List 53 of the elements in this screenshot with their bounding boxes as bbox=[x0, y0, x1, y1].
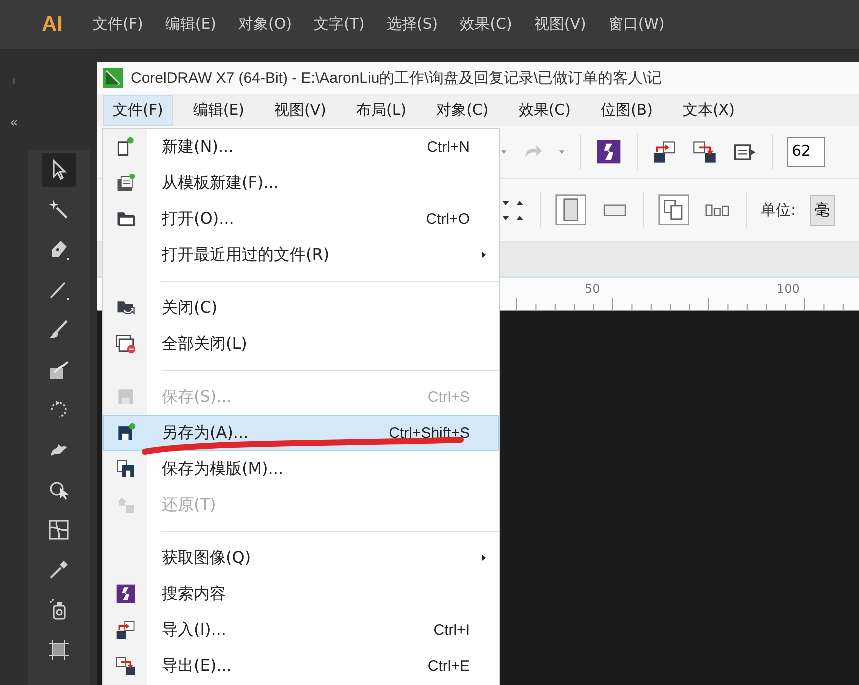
menu-item[interactable]: 视图(V) bbox=[264, 94, 336, 126]
menu-item[interactable]: 文本(X) bbox=[672, 94, 745, 126]
units-label: 单位: bbox=[761, 200, 796, 220]
menu-item[interactable]: 效果(C) bbox=[456, 13, 516, 36]
import-icon[interactable] bbox=[652, 139, 678, 165]
menu-item[interactable]: 打开(O)... Ctrl+O bbox=[103, 201, 499, 237]
all-pages-icon[interactable] bbox=[658, 194, 690, 226]
menu-item[interactable]: 对象(C) bbox=[426, 94, 499, 126]
menu-item[interactable]: 获取图像(Q) bbox=[103, 540, 499, 576]
menu-item[interactable]: 打开最近用过的文件(R) bbox=[103, 237, 499, 273]
ruler-label: 50 bbox=[585, 282, 600, 296]
portrait-page-icon[interactable] bbox=[555, 193, 587, 227]
collapse-icon[interactable] bbox=[8, 118, 20, 128]
tool-button[interactable] bbox=[42, 153, 76, 187]
mesh-tool-icon bbox=[47, 518, 71, 542]
menu-item[interactable]: 文件(F) bbox=[103, 94, 174, 126]
menu-item[interactable]: 关闭(C) bbox=[103, 290, 499, 326]
ruler-label: 100 bbox=[777, 282, 800, 296]
menu-item[interactable]: 导出(E)... Ctrl+E bbox=[103, 648, 499, 684]
app-logo: AI bbox=[42, 12, 63, 36]
export-icon bbox=[115, 655, 137, 677]
zoom-field[interactable]: 62 bbox=[787, 137, 825, 167]
window-title: CorelDRAW X7 (64-Bit) - E:\AaronLiu的工作\询盘及回复记录\已做订单的客人\记 bbox=[131, 68, 662, 88]
dropdown-caret-icon[interactable] bbox=[500, 148, 508, 156]
menu-item[interactable]: 新建(N)... Ctrl+N bbox=[103, 129, 499, 165]
menu-item[interactable]: 保存为模版(M)... bbox=[103, 451, 499, 487]
menu-item[interactable]: 对象(O) bbox=[234, 13, 296, 36]
menu-item[interactable]: 效果(C) bbox=[508, 94, 581, 126]
menu-item[interactable]: 搜索内容 bbox=[103, 576, 499, 612]
floppy-stack-icon bbox=[115, 458, 137, 480]
content-search-icon[interactable] bbox=[595, 138, 623, 166]
menu-item[interactable]: 全部关闭(L) bbox=[103, 326, 499, 362]
artboard-tool-icon bbox=[47, 638, 71, 662]
menu-item[interactable]: 文字(T) bbox=[310, 13, 369, 36]
dropdown-caret-icon[interactable] bbox=[558, 148, 566, 156]
new-document-icon bbox=[115, 136, 137, 158]
units-dropdown[interactable]: 毫 bbox=[810, 194, 836, 226]
menu-item[interactable]: 从模板新建(F)... bbox=[103, 165, 499, 201]
menu-item[interactable]: 文件(F) bbox=[89, 13, 148, 36]
menu-item[interactable]: 编辑(E) bbox=[183, 94, 255, 126]
export-icon[interactable] bbox=[692, 139, 718, 165]
menu-item[interactable]: 窗口(W) bbox=[604, 13, 669, 36]
menu-item[interactable]: 编辑(E) bbox=[161, 13, 221, 36]
menu-item[interactable]: 视图(V) bbox=[530, 13, 590, 36]
menu-item[interactable]: 布局(L) bbox=[346, 94, 417, 126]
menu-item[interactable]: 位图(B) bbox=[590, 94, 663, 126]
template-icon bbox=[115, 172, 137, 194]
import-icon bbox=[115, 619, 137, 641]
menu-item[interactable]: 导入(I)... Ctrl+I bbox=[103, 612, 499, 648]
windows-stack-icon bbox=[115, 333, 137, 355]
menu-item[interactable]: 选择(S) bbox=[382, 13, 442, 36]
app-icon bbox=[103, 68, 123, 88]
content-search-icon bbox=[115, 583, 137, 605]
